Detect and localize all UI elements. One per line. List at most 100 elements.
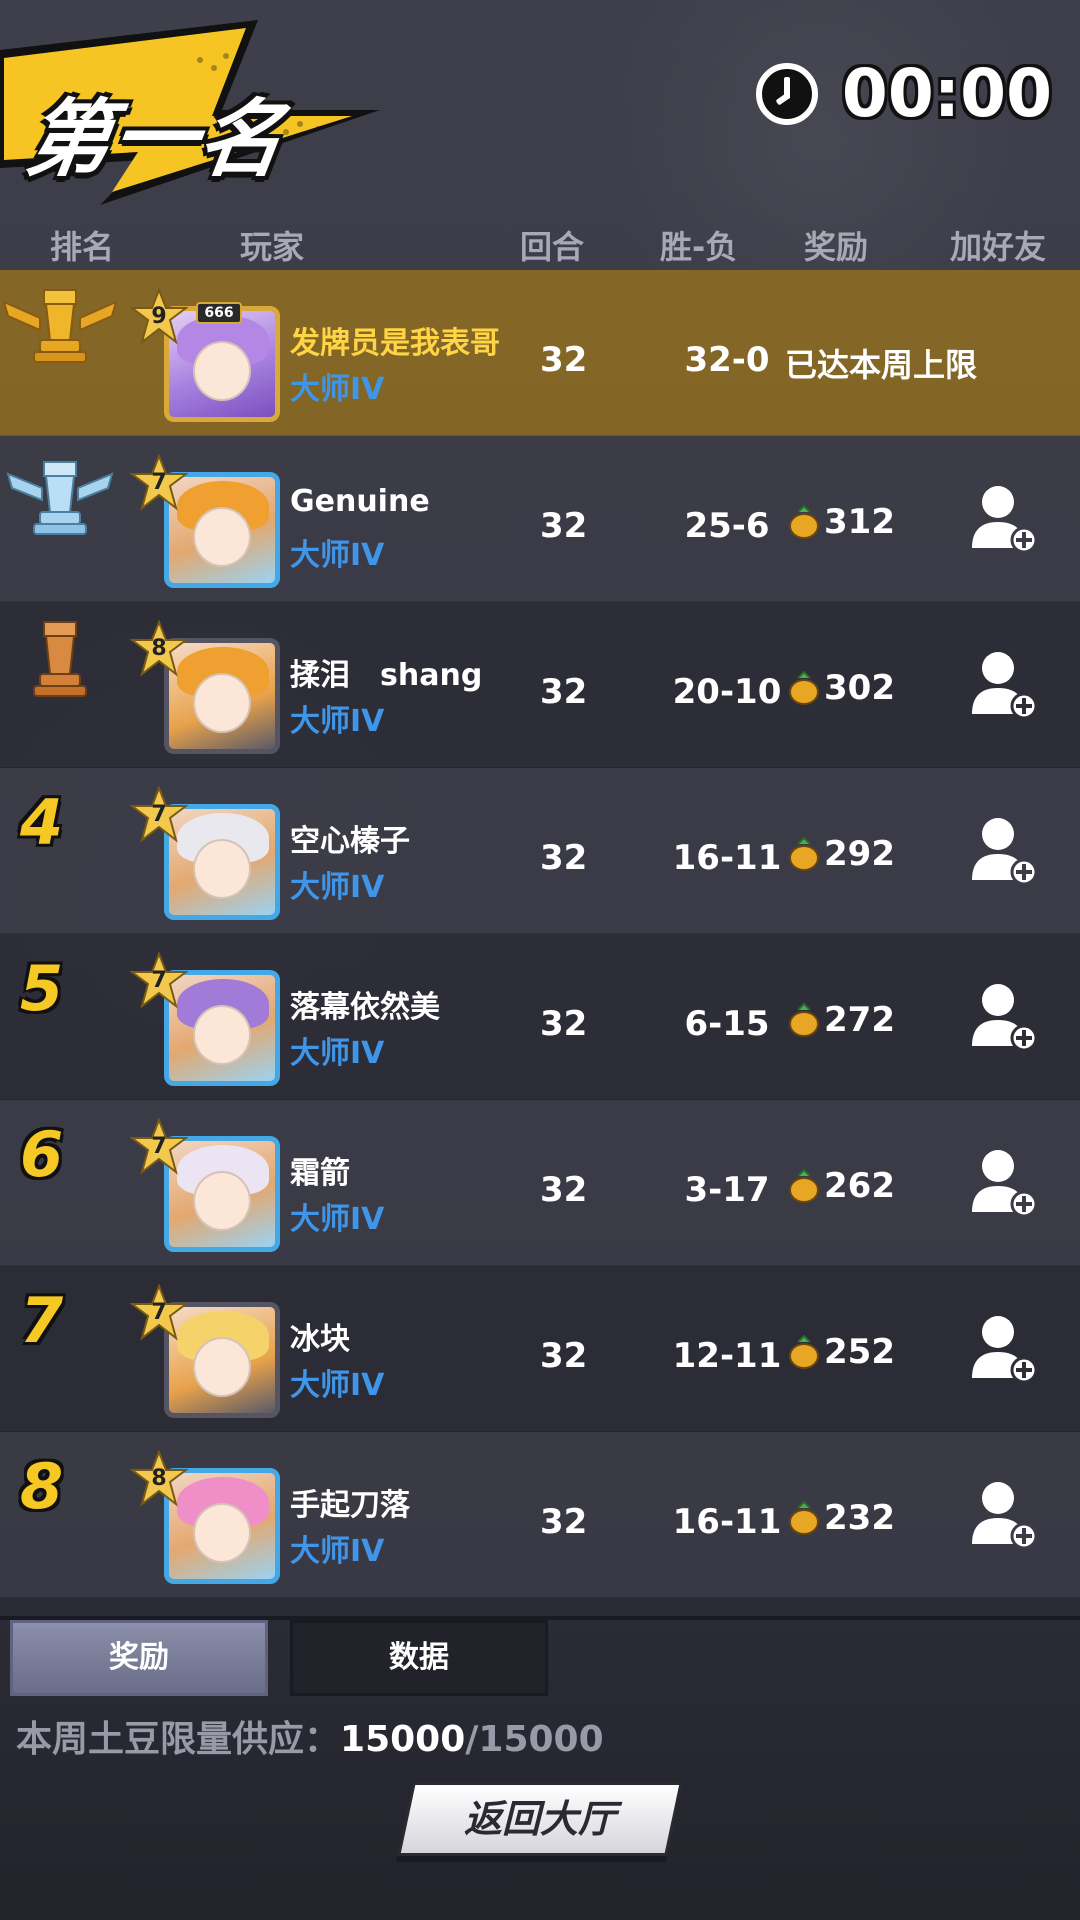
- title-badge: 666: [196, 302, 242, 324]
- player-name: 冰块: [290, 1322, 350, 1357]
- table-row: 8 8 手起刀落 大师IV 32 16-11 232: [0, 1432, 1080, 1598]
- rank-slot: 8: [0, 1432, 120, 1598]
- rank-slot: [0, 602, 120, 768]
- reward-cell: 312: [788, 502, 895, 542]
- reward-cell: 232: [788, 1498, 895, 1538]
- rounds-value: 32: [540, 506, 588, 546]
- player-name: 发牌员是我表哥: [290, 326, 500, 361]
- rounds-value: 32: [540, 340, 588, 380]
- add-friend-icon[interactable]: [970, 1146, 1038, 1220]
- player-tier: 大师IV: [290, 1534, 385, 1569]
- rank-slot: 6: [0, 1100, 120, 1266]
- header-rank: 排名: [50, 228, 115, 266]
- first-place-banner: 第一名: [0, 20, 390, 205]
- rounds-value: 32: [540, 1004, 588, 1044]
- win-loss-value: 32-0: [684, 340, 770, 380]
- reward-cell: 302: [788, 668, 895, 708]
- rounds-value: 32: [540, 1502, 588, 1542]
- header-reward: 奖励: [804, 228, 869, 266]
- reward-limit-text: 已达本周上限: [785, 346, 978, 384]
- potato-icon: [789, 1500, 819, 1535]
- supply-current: 15000: [340, 1719, 466, 1760]
- win-loss-value: 16-11: [672, 1502, 782, 1542]
- level-value: 7: [151, 1134, 167, 1159]
- reward-value: 312: [824, 502, 895, 542]
- header-add-friend: 加好友: [950, 228, 1047, 266]
- level-star-icon: 8: [129, 1449, 189, 1508]
- potato-icon: [789, 836, 819, 871]
- reward-cell: 292: [788, 834, 895, 874]
- back-to-lobby-button[interactable]: 返回大厅: [397, 1782, 683, 1856]
- potato-icon: [789, 670, 819, 705]
- win-loss-value: 6-15: [684, 1004, 770, 1044]
- player-tier: 大师IV: [290, 1036, 385, 1071]
- weekly-supply: 本周土豆限量供应：15000/15000: [16, 1710, 604, 1762]
- player-name: Genuine: [290, 484, 430, 519]
- table-row: 5 7 落幕依然美 大师IV 32 6-15 272: [0, 934, 1080, 1100]
- tab-stats[interactable]: 数据: [290, 1620, 548, 1696]
- ranking-table: 9 666 发牌员是我表哥 大师IV 32 32-0 已达本周上限 7 Genu…: [0, 270, 1080, 1598]
- level-value: 7: [151, 1300, 167, 1325]
- player-tier: 大师IV: [290, 538, 385, 573]
- reward-value: 232: [824, 1498, 895, 1538]
- player-tier: 大师IV: [290, 1368, 385, 1403]
- win-loss-value: 20-10: [672, 672, 782, 712]
- level-value: 7: [151, 470, 167, 495]
- add-friend-icon[interactable]: [970, 648, 1038, 722]
- potato-icon: [789, 504, 819, 539]
- rank-slot: 4: [0, 768, 120, 934]
- level-value: 8: [151, 1466, 167, 1491]
- level-star-icon: 7: [129, 1117, 189, 1176]
- level-value: 7: [151, 802, 167, 827]
- potato-icon: [789, 1334, 819, 1369]
- rank-slot: 5: [0, 934, 120, 1100]
- potato-icon: [789, 1002, 819, 1037]
- reward-cell: 262: [788, 1166, 895, 1206]
- header-rounds: 回合: [520, 228, 585, 266]
- reward-value: 272: [824, 1000, 895, 1040]
- table-row: 9 666 发牌员是我表哥 大师IV 32 32-0 已达本周上限: [0, 270, 1080, 436]
- table-row: 7 Genuine 大师IV 32 25-6 312: [0, 436, 1080, 602]
- player-name: 揉泪 shang: [290, 658, 483, 693]
- add-friend-icon[interactable]: [970, 1478, 1038, 1552]
- add-friend-icon[interactable]: [970, 482, 1038, 556]
- level-star-icon: 7: [129, 951, 189, 1010]
- rank-slot: [0, 436, 120, 602]
- level-value: 9: [151, 304, 167, 329]
- table-header: 排名 玩家 回合 胜-负 奖励 加好友: [0, 222, 1080, 268]
- table-row: 8 揉泪 shang 大师IV 32 20-10 302: [0, 602, 1080, 768]
- add-friend-icon[interactable]: [970, 1312, 1038, 1386]
- level-star-icon: 9: [129, 287, 189, 346]
- timer-value: 00:00: [841, 55, 1052, 132]
- rank-slot: 7: [0, 1266, 120, 1432]
- timer: 00:00: [755, 55, 1052, 132]
- win-loss-value: 3-17: [684, 1170, 770, 1210]
- table-row: 6 7 霜箭 大师IV 32 3-17 262: [0, 1100, 1080, 1266]
- supply-label: 本周土豆限量供应：: [16, 1719, 341, 1760]
- reward-value: 292: [824, 834, 895, 874]
- rank-number: 8: [20, 1450, 64, 1523]
- rounds-value: 32: [540, 1170, 588, 1210]
- silver-rook-trophy-icon: [6, 461, 114, 535]
- player-tier: 大师IV: [290, 372, 385, 407]
- reward-value: 252: [824, 1332, 895, 1372]
- level-star-icon: 7: [129, 453, 189, 512]
- rank-number: 5: [20, 952, 64, 1025]
- player-name: 落幕依然美: [290, 990, 440, 1025]
- tab-rewards[interactable]: 奖励: [10, 1620, 268, 1696]
- player-name: 手起刀落: [290, 1488, 410, 1523]
- level-value: 8: [151, 636, 167, 661]
- player-tier: 大师IV: [290, 704, 385, 739]
- reward-value: 302: [824, 668, 895, 708]
- player-tier: 大师IV: [290, 1202, 385, 1237]
- supply-max: /15000: [465, 1719, 604, 1760]
- win-loss-value: 12-11: [672, 1336, 782, 1376]
- add-friend-icon[interactable]: [970, 980, 1038, 1054]
- results-screen: 第一名 00:00 排名 玩家 回合 胜-负 奖励 加好友 9 666 发牌员是…: [0, 0, 1080, 1920]
- potato-icon: [789, 1168, 819, 1203]
- add-friend-icon[interactable]: [970, 814, 1038, 888]
- reward-cell: 272: [788, 1000, 895, 1040]
- player-name: 霜箭: [290, 1156, 350, 1191]
- level-star-icon: 7: [129, 1283, 189, 1342]
- banner-title: 第一名: [20, 90, 292, 188]
